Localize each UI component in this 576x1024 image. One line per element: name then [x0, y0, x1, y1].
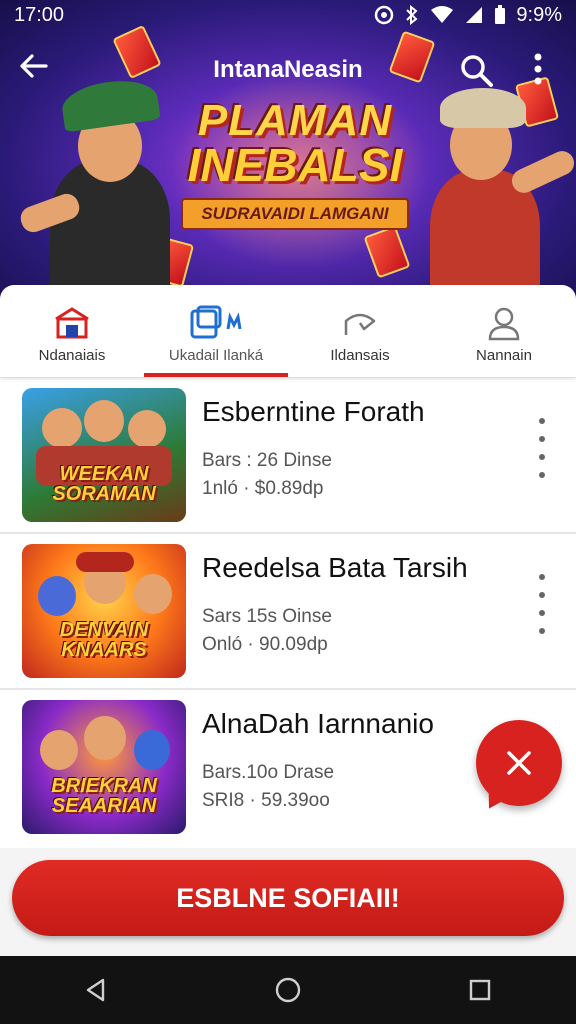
game-meta: Sars 15s Oinse — [202, 606, 332, 627]
hero-banner: 17:00 9:9% IntanaNeasin PLAMAN INEBALSI … — [0, 0, 576, 300]
status-bar: 17:00 9:9% — [0, 0, 576, 30]
battery-percent: 9:9% — [516, 3, 562, 26]
hero-character-left — [17, 70, 190, 300]
tab-bar: Ndanaiais Ukadail Ilanká Ildansais Nanna… — [0, 285, 576, 377]
share-icon — [344, 313, 376, 335]
games-icon — [190, 305, 242, 339]
item-more-icon[interactable] — [530, 574, 554, 634]
store-icon — [55, 307, 89, 339]
tab-label: Ndanaiais — [38, 347, 106, 364]
game-meta: Bars : 26 Dinse — [202, 450, 332, 471]
app-bar: IntanaNeasin — [0, 44, 576, 98]
game-meta: Bars.10o Drase — [202, 762, 335, 783]
list-item[interactable]: DENVAIN KNAARS Reedelsa Bata Tarsih Sars… — [0, 534, 576, 690]
tab-ukadail[interactable]: Ukadail Ilanká — [144, 285, 288, 377]
hero-logo-line2: INEBALSI — [187, 139, 403, 191]
game-name: Esberntine Forath — [202, 396, 425, 427]
notification-icon — [375, 5, 394, 25]
tab-label: Ukadail Ilanká — [168, 347, 264, 364]
wifi-icon — [431, 6, 454, 23]
active-tab-indicator — [144, 373, 288, 377]
close-fab-button[interactable] — [476, 720, 562, 815]
cta-container: ESBLNE SOFIAII! — [0, 848, 576, 956]
thumbnail-title: WEEKAN SORAMAN — [52, 463, 156, 505]
game-price: SRI8 · 59.39oo — [202, 790, 330, 811]
hero-character-right — [400, 80, 576, 300]
game-name: Reedelsa Bata Tarsih — [202, 552, 468, 583]
cta-button[interactable]: ESBLNE SOFIAII! — [12, 860, 564, 936]
search-icon[interactable] — [458, 52, 494, 88]
game-thumbnail: DENVAIN KNAARS — [22, 544, 186, 678]
tab-ndanaiais[interactable]: Ndanaiais — [0, 285, 144, 377]
item-more-icon[interactable] — [530, 418, 554, 478]
bluetooth-icon — [406, 5, 418, 25]
app-screen: 17:00 9:9% IntanaNeasin PLAMAN INEBALSI … — [0, 0, 576, 1024]
game-name: AlnaDah Iarnnanio — [202, 708, 434, 739]
nav-recents-icon[interactable] — [460, 970, 500, 1010]
nav-home-icon[interactable] — [268, 970, 308, 1010]
game-price: Onló · 90.09dp — [202, 634, 328, 655]
tab-ildansais[interactable]: Ildansais — [288, 285, 432, 377]
hero-ribbon: SUDRAVAIDI LAMGANI — [181, 198, 409, 230]
signal-icon — [466, 7, 483, 23]
nav-back-icon[interactable] — [76, 970, 116, 1010]
game-thumbnail: WEEKAN SORAMAN — [22, 388, 186, 522]
game-price: 1nló · $0.89dp — [202, 478, 324, 499]
tab-label: Nannain — [476, 347, 532, 364]
tab-label: Ildansais — [330, 347, 390, 364]
more-vert-icon[interactable] — [526, 52, 550, 88]
thumbnail-title: DENVAIN KNAARS — [59, 619, 149, 661]
close-icon — [507, 751, 531, 775]
list-item[interactable]: WEEKAN SORAMAN Esberntine Forath Bars : … — [0, 378, 576, 534]
hero-logo: PLAMAN INEBALSI SUDRAVAIDI LAMGANI — [175, 96, 415, 246]
profile-icon — [488, 307, 520, 341]
battery-icon — [495, 5, 506, 24]
tab-nannain[interactable]: Nannain — [432, 285, 576, 377]
system-nav-bar — [0, 956, 576, 1024]
thumbnail-title: BRIEKRAN SEAARIAN — [51, 775, 157, 817]
game-thumbnail: BRIEKRAN SEAARIAN — [22, 700, 186, 834]
status-time: 17:00 — [14, 3, 65, 26]
